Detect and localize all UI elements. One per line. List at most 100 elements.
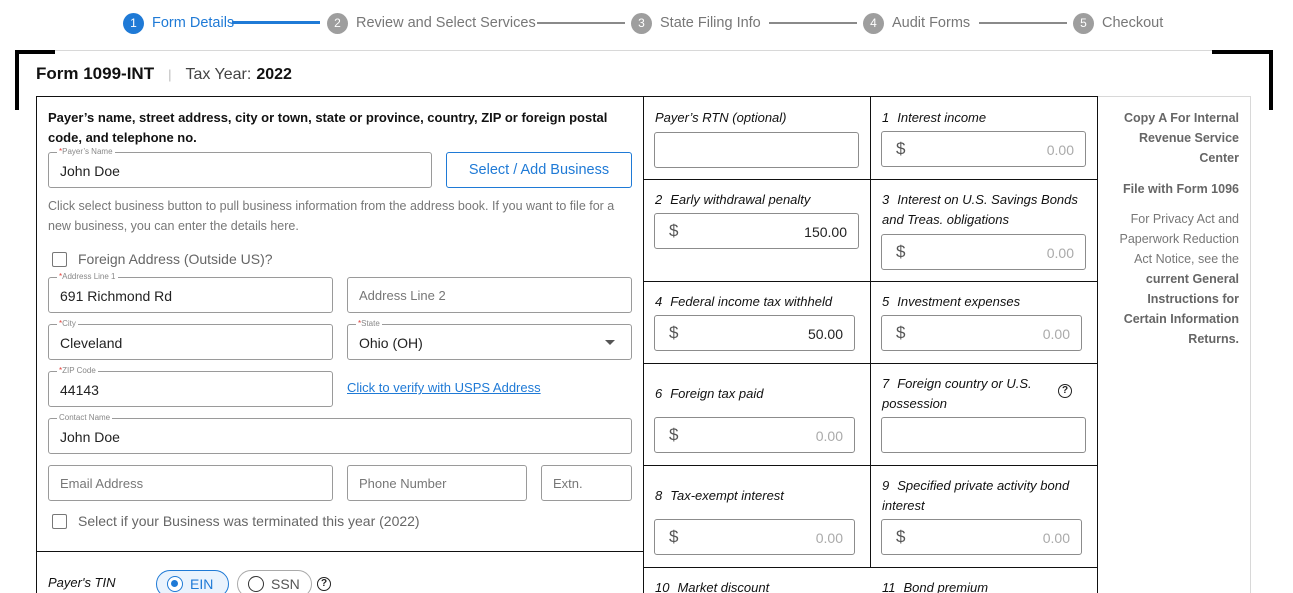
amount-value: 50.00 xyxy=(807,326,843,342)
address-line2-placeholder: Address Line 2 xyxy=(359,288,446,303)
contact-name-input[interactable]: Contact Name John Doe xyxy=(48,413,632,454)
radio-selected-icon[interactable] xyxy=(167,576,183,592)
interest-income-input[interactable]: $ 0.00 xyxy=(881,131,1086,167)
state-label: State xyxy=(361,319,380,328)
address-line1-input[interactable]: *Address Line 1 691 Richmond Rd xyxy=(48,272,333,313)
step-checkout[interactable]: 5 Checkout xyxy=(1073,12,1163,34)
city-label: City xyxy=(62,319,76,328)
frame-corner-left-top xyxy=(15,50,55,54)
tin-option-label: SSN xyxy=(271,576,300,592)
payer-section-title: Payer’s name, street address, city or to… xyxy=(48,110,608,145)
tax-exempt-interest-input[interactable]: $ 0.00 xyxy=(654,519,855,555)
amount-value: 0.00 xyxy=(815,530,843,546)
step-state-filing[interactable]: 3 State Filing Info xyxy=(631,12,761,34)
foreign-address-checkbox-row[interactable]: Foreign Address (Outside US)? xyxy=(52,251,273,267)
tin-option-label: EIN xyxy=(190,576,214,592)
rtn-input[interactable] xyxy=(654,132,859,168)
dollar-icon: $ xyxy=(896,242,906,261)
box-label: Foreign country or U.S. possession xyxy=(882,376,1032,411)
dollar-icon: $ xyxy=(669,527,679,546)
savings-bonds-interest-input[interactable]: $ 0.00 xyxy=(881,234,1086,270)
step-number: 1 xyxy=(123,12,144,34)
phone-input[interactable]: Phone Number xyxy=(347,465,527,501)
email-placeholder: Email Address xyxy=(60,476,144,491)
address-line1-value: 691 Richmond Rd xyxy=(60,288,173,304)
dollar-icon: $ xyxy=(669,425,679,444)
address-line1-label: Address Line 1 xyxy=(62,272,116,281)
box-label: Investment expenses xyxy=(897,294,1021,309)
copy-a-text: Copy A For Internal Revenue Service Cent… xyxy=(1123,111,1239,165)
foreign-country-input[interactable] xyxy=(881,417,1086,453)
verify-usps-link[interactable]: Click to verify with USPS Address xyxy=(347,380,541,395)
dollar-icon: $ xyxy=(896,527,906,546)
step-form-details[interactable]: 1 Form Details xyxy=(123,12,234,34)
box-label: Early withdrawal penalty xyxy=(670,192,811,207)
box-number: 9 xyxy=(882,478,890,493)
box-label: Market discount xyxy=(677,580,770,593)
box-number: 11 xyxy=(882,580,896,593)
box-number: 10 xyxy=(655,580,670,593)
investment-expenses-input[interactable]: $ 0.00 xyxy=(881,315,1082,351)
city-input[interactable]: *City Cleveland xyxy=(48,319,333,360)
dollar-icon: $ xyxy=(669,221,679,240)
copy-info-right-border xyxy=(1250,96,1251,593)
private-activity-bond-interest-input[interactable]: $ 0.00 xyxy=(881,519,1082,555)
dollar-icon: $ xyxy=(896,139,906,158)
amount-value: 0.00 xyxy=(815,428,843,444)
zip-code-value: 44143 xyxy=(60,382,99,398)
tin-option-ssn[interactable]: SSN xyxy=(237,570,312,593)
federal-tax-withheld-input[interactable]: $ 50.00 xyxy=(654,315,855,351)
tax-year-label: Tax Year: xyxy=(185,66,252,83)
box-label: Interest on U.S. Savings Bonds and Treas… xyxy=(882,192,1078,227)
early-withdrawal-penalty-input[interactable]: $ 150.00 xyxy=(654,213,859,249)
step-connector xyxy=(769,22,857,24)
general-instructions-text: current General Instructions for Certain… xyxy=(1123,272,1239,346)
step-connector xyxy=(979,22,1067,24)
box-label: Tax-exempt interest xyxy=(670,488,784,503)
state-select[interactable]: *State Ohio (OH) xyxy=(347,319,632,360)
city-value: Cleveland xyxy=(60,335,123,351)
radio-unselected-icon[interactable] xyxy=(248,576,264,592)
box-number: 6 xyxy=(655,386,663,401)
form-header: Form 1099-INT | Tax Year: 2022 xyxy=(36,64,292,84)
phone-extension-input[interactable]: Extn. xyxy=(541,465,632,501)
business-terminated-checkbox[interactable] xyxy=(52,513,67,529)
step-review-services[interactable]: 2 Review and Select Services xyxy=(327,12,536,34)
payer-tin-section xyxy=(36,551,644,593)
select-add-business-button[interactable]: Select / Add Business xyxy=(446,152,632,188)
step-number: 4 xyxy=(863,12,884,34)
progress-stepper: 1 Form Details 2 Review and Select Servi… xyxy=(0,0,1293,46)
payer-name-input[interactable]: *Payer’s Name John Doe xyxy=(48,147,432,188)
step-audit-forms[interactable]: 4 Audit Forms xyxy=(863,12,970,34)
foreign-address-checkbox[interactable] xyxy=(52,251,67,267)
address-line2-input[interactable]: Address Line 2 xyxy=(347,277,632,313)
frame-corner-left xyxy=(15,50,19,110)
help-icon[interactable]: ? xyxy=(1058,384,1072,398)
form-title: Form 1099-INT xyxy=(36,64,155,83)
help-icon[interactable]: ? xyxy=(317,577,331,591)
amount-value: 0.00 xyxy=(1046,142,1074,158)
box-number: 1 xyxy=(882,110,890,125)
payer-name-label: Payer’s Name xyxy=(62,147,113,156)
tin-option-ein[interactable]: EIN xyxy=(156,570,229,593)
header-separator: | xyxy=(168,67,172,82)
contact-name-value: John Doe xyxy=(60,429,120,445)
box-label: Foreign tax paid xyxy=(670,386,764,401)
amount-value: 0.00 xyxy=(1042,326,1070,342)
foreign-address-label: Foreign Address (Outside US)? xyxy=(78,251,273,267)
box-number: 4 xyxy=(655,294,663,309)
email-input[interactable]: Email Address xyxy=(48,465,333,501)
box-number: 2 xyxy=(655,192,663,207)
step-connector xyxy=(232,21,320,24)
box-label: Federal income tax withheld xyxy=(670,294,833,309)
dollar-icon: $ xyxy=(669,323,679,342)
foreign-tax-paid-input[interactable]: $ 0.00 xyxy=(654,417,855,453)
step-label: State Filing Info xyxy=(660,15,761,31)
phone-placeholder: Phone Number xyxy=(359,476,447,491)
tax-year-value: 2022 xyxy=(256,66,292,83)
copy-info-top-border xyxy=(1097,96,1251,97)
chevron-down-icon xyxy=(605,340,615,345)
business-terminated-checkbox-row[interactable]: Select if your Business was terminated t… xyxy=(52,513,420,529)
frame-corner-right xyxy=(1269,50,1273,110)
zip-code-input[interactable]: *ZIP Code 44143 xyxy=(48,366,333,407)
